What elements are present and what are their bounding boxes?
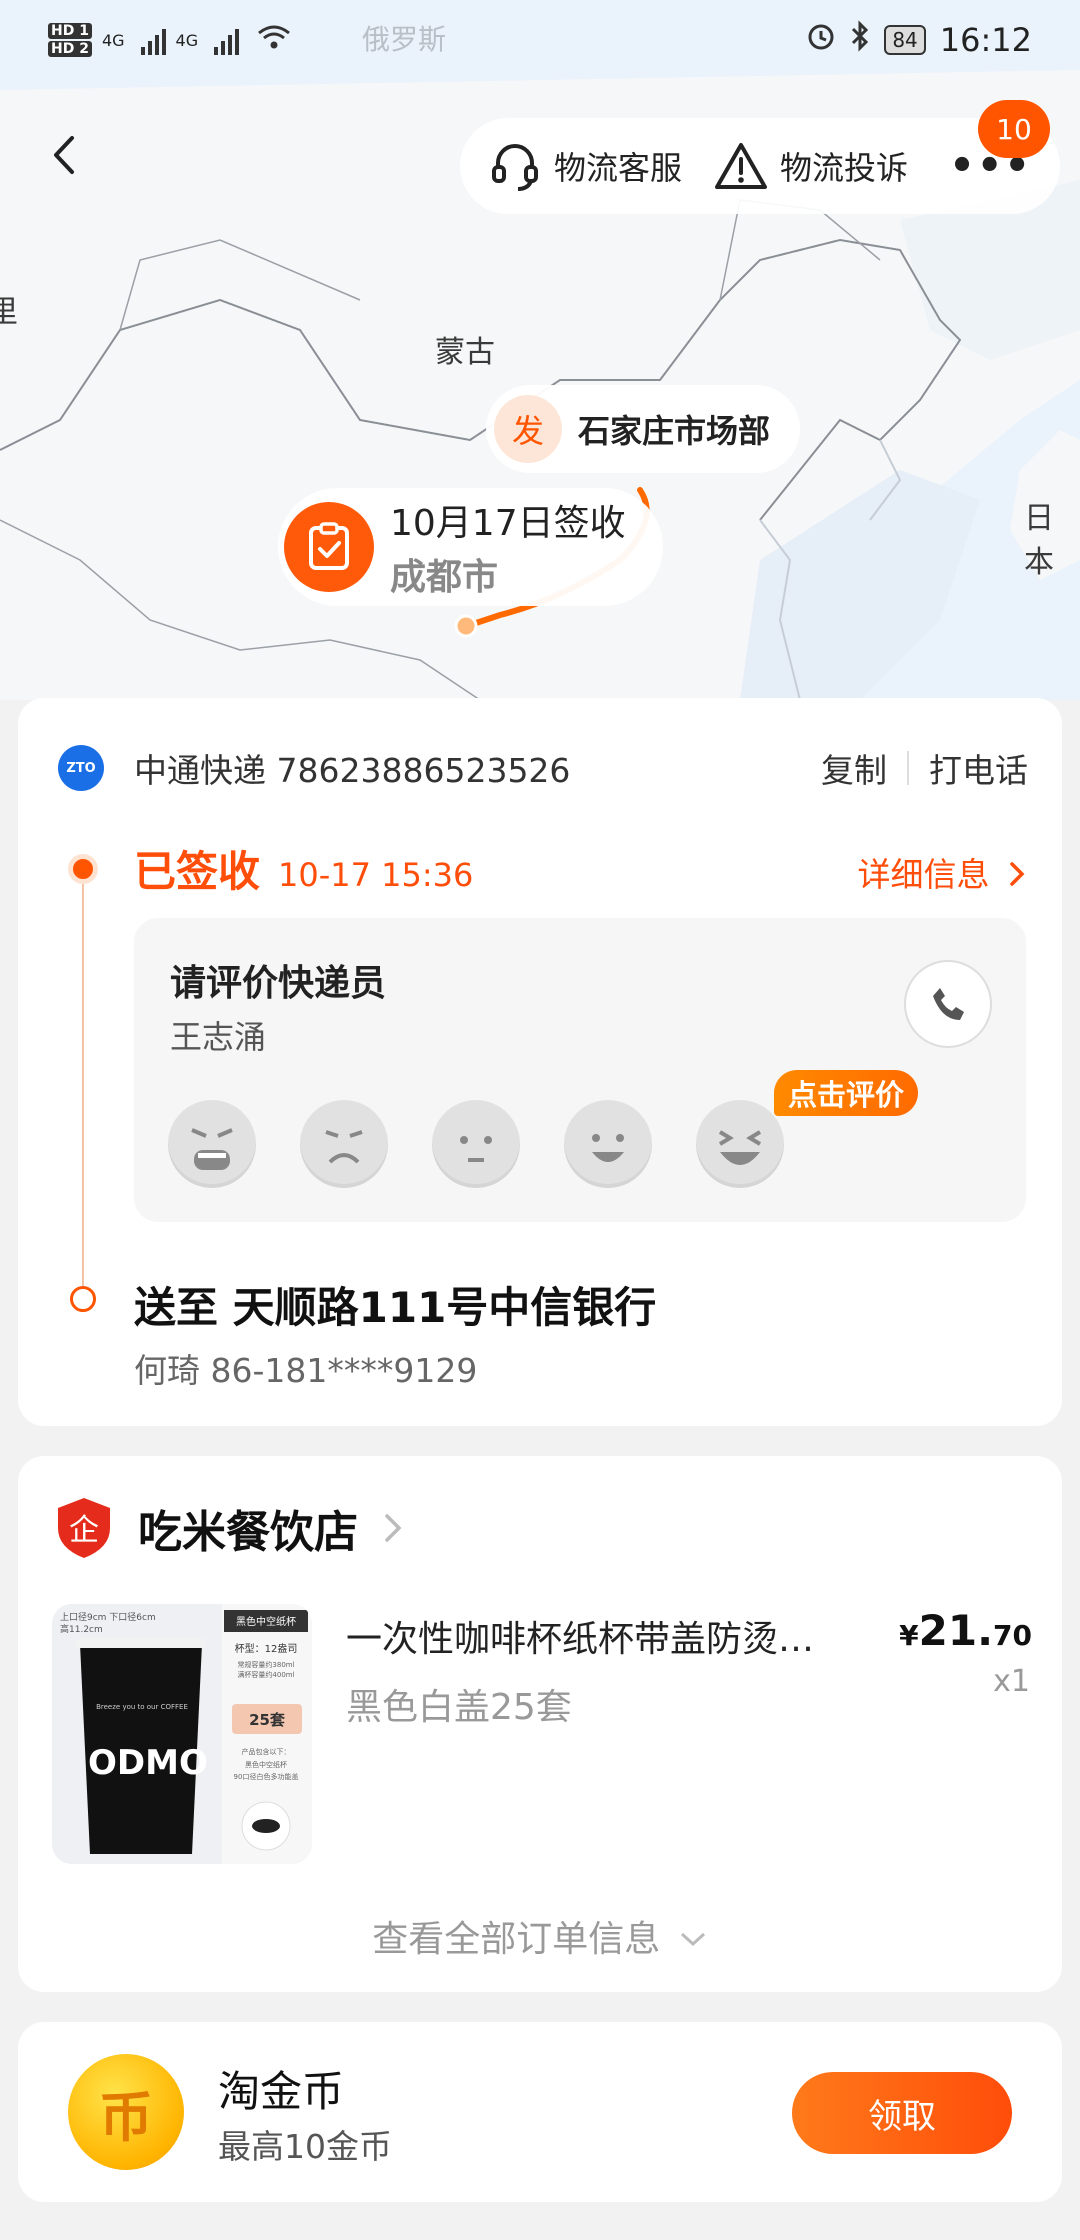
claim-coins-button[interactable]: 领取 [792,2072,1012,2154]
warning-icon [715,143,768,189]
rating-face-very-good-icon[interactable] [696,1100,784,1188]
signed-clipboard-icon [284,502,374,592]
zto-logo-icon: ZTO [58,745,104,791]
coins-title: 淘金币 [218,2067,345,2116]
rating-face-very-bad-icon[interactable] [168,1100,256,1188]
map-label-japan: 日本 [1024,501,1054,580]
enterprise-shield-icon: 企 [58,1498,110,1558]
rate-courier-panel: 请评价快递员 王志涌 点击评价 [134,918,1026,1222]
top-actions-bar: 物流客服 物流投诉 ••• [460,118,1060,214]
product-image[interactable]: 上口径9cm 下口径6cm 高11.2cm 黑色中空纸杯 杯型：12盎司 常规容… [52,1604,312,1864]
product-img-type: 杯型：12盎司 [235,1642,298,1655]
product-img-cup-small: Breeze you to our COFFEE [96,1703,188,1711]
bluetooth-icon [850,20,870,60]
coins-subtitle: 最高10金币 [218,2127,392,2166]
logistics-complaint-label: 物流投诉 [780,149,909,187]
origin-marker[interactable]: 发 石家庄市场部 [486,385,801,473]
recipient-contact: 何琦 86-181****9129 [134,1351,478,1390]
taobao-coins-card: 币 淘金币 最高10金币 领取 [18,2022,1062,2202]
delivery-address: 送至 天顺路111号中信银行 [134,1283,657,1332]
message-count-badge: 10 [978,100,1050,158]
signal-icon [140,25,166,55]
rating-face-neutral-icon[interactable] [432,1100,520,1188]
headset-icon [492,144,538,191]
delivery-status: 已签收 [134,847,261,896]
destination-city: 成都市 [390,557,499,598]
product-spec: 黑色白盖25套 [346,1687,572,1728]
chevron-right-icon [385,1514,402,1542]
view-all-order-button[interactable]: 查看全部订单信息 [18,1910,1062,1962]
call-courier-button[interactable] [904,960,992,1048]
alarm-icon [806,21,836,59]
delivery-time: 10-17 15:36 [278,856,474,894]
product-quantity: x1 [993,1664,1030,1699]
back-button[interactable] [40,130,90,180]
carrier-row: ZTO 中通快递 78623886523526 复制 打电话 [58,744,1028,792]
signal-icon [214,25,240,55]
order-card: 企 吃米餐饮店 上口径9cm 下口径6cm 高11.2cm 黑色中空纸杯 杯型：… [18,1456,1062,1992]
product-price: ¥21.70 [899,1606,1032,1655]
rating-face-bad-icon[interactable] [300,1100,388,1188]
rate-courier-title: 请评价快递员 [170,963,387,1004]
rating-faces [168,1100,784,1188]
price-integer: 21. [918,1606,994,1655]
wifi-icon [257,24,291,57]
clock: 16:12 [939,21,1032,59]
product-img-cap2: 满杯容量约400ml [237,1670,294,1679]
shipment-card: ZTO 中通快递 78623886523526 复制 打电话 已签收 10-17… [18,698,1062,1426]
product-img-spec1: 黑色中空纸杯 [245,1760,287,1769]
battery-icon: 84 [884,25,926,55]
logistics-map[interactable]: 俄罗斯 蒙古 日本 里 印 发 石家庄市场部 10月17日签收 成都市 [0,0,1080,700]
product-img-dims: 上口径9cm 下口径6cm [60,1611,156,1623]
price-currency: ¥ [899,1619,919,1652]
hd2-label: HD 2 [48,41,92,57]
courier-name: 王志涌 [170,1018,267,1056]
detail-info-link[interactable]: 详细信息 [858,848,1029,896]
status-row: 已签收 10-17 15:36 详细信息 [134,838,1028,899]
gold-coin-icon: 币 [68,2054,184,2170]
network-label: 4G [101,30,125,50]
logistics-service-label: 物流客服 [554,149,683,187]
hd-indicators: HD 1 HD 2 [48,23,92,57]
timeline-line [82,870,84,1290]
divider [907,751,909,785]
shop-row[interactable]: 企 吃米餐饮店 [54,1496,404,1560]
map-label-edge: 里 [0,295,18,330]
shop-name: 吃米餐饮店 [138,1507,358,1558]
logistics-complaint-button[interactable]: 物流投诉 [714,141,908,191]
rating-face-good-icon[interactable] [564,1100,652,1188]
network-label: 4G [175,30,199,50]
product-img-side-title: 黑色中空纸杯 [236,1615,296,1628]
product-img-count: 25套 [249,1711,286,1729]
chevron-right-icon [1010,862,1025,886]
product-title[interactable]: 一次性咖啡杯纸杯带盖防烫… [346,1610,906,1662]
origin-tag: 发 [494,395,562,463]
phone-icon [933,988,964,1020]
origin-name: 石家庄市场部 [578,412,771,450]
hd1-label: HD 1 [48,23,92,39]
chevron-down-icon [680,1932,705,1947]
back-arrow-icon [54,136,74,174]
carrier-tracking-number: 中通快递 78623886523526 [134,751,571,790]
price-decimal: 70 [993,1619,1032,1652]
product-img-cup-text: ODMO [88,1743,208,1783]
copy-button[interactable]: 复制 [821,744,887,792]
product-img-spec-head: 产品包含以下： [242,1747,291,1756]
call-button[interactable]: 打电话 [929,744,1028,792]
detail-info-label: 详细信息 [857,855,990,894]
shop-badge-glyph: 企 [69,1513,99,1548]
product-img-cap: 常规容量约380ml [237,1660,294,1669]
destination-marker[interactable]: 10月17日签收 成都市 [278,488,663,606]
destination-date: 10月17日签收 [390,503,626,544]
product-img-spec2: 90口径白色多功能盖 [234,1772,299,1781]
map-label-mongolia: 蒙古 [435,335,495,370]
view-all-order-label: 查看全部订单信息 [372,1919,661,1960]
status-bar: HD 1 HD 2 4G 4G 84 16:12 [0,0,1080,80]
product-img-height: 高11.2cm [60,1623,103,1635]
timeline-dot-destination [70,1286,96,1312]
timeline-dot-current [68,854,98,884]
rate-prompt-badge[interactable]: 点击评价 [774,1070,919,1116]
logistics-service-button[interactable]: 物流客服 [488,139,682,193]
